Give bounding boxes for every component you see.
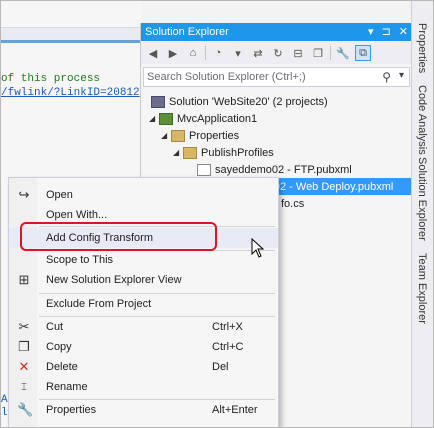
search-icon[interactable]: ⚲ [382,70,391,84]
file-icon [197,163,211,176]
menu-item-scope-to-this[interactable]: Scope to This [9,250,278,270]
tab-team-explorer[interactable]: Team Explorer [416,253,428,324]
solution-explorer-toolbar: ◀ ▶ ⌂ ◔ ▾ ⇄ ↻ ⊟ ❐ 🔧 ⧉ [141,42,412,64]
show-all-files-icon[interactable]: ❐ [310,45,326,61]
tree-item-cs-file[interactable]: fo.cs [281,195,304,212]
copy-icon: ❐ [18,339,30,354]
open-icon: ↪ [18,187,30,202]
menu-item-properties[interactable]: 🔧 Properties Alt+Enter [9,400,278,420]
tool-window-tabs: Properties Code Analysis Solution Explor… [411,1,433,427]
menu-item-copy[interactable]: ❐ Copy Ctrl+C [9,337,278,357]
context-menu: ↪ Open Open With... Add Config Transform… [8,177,279,427]
menu-item-shortcut: Alt+Enter [212,404,258,416]
menu-item-label: Open [46,189,73,201]
menu-item-cut[interactable]: ✂ Cut Ctrl+X [9,317,278,337]
tree-item-solution[interactable]: Solution 'WebSite20' (2 projects) [151,93,328,110]
forward-icon[interactable]: ▶ [165,45,181,61]
tree-item-publishprofiles-folder[interactable]: ◢ PublishProfiles [173,144,274,161]
folder-icon [171,129,185,142]
menu-item-label: Open With... [46,209,108,221]
menu-item-shortcut: Ctrl+X [212,321,243,333]
menu-item-label: Scope to This [46,254,114,266]
folder-icon [183,146,197,159]
pending-changes-icon[interactable]: ◔ [210,45,226,61]
highlight-callout [20,222,217,251]
tree-item-label: fo.cs [281,197,305,210]
menu-item-label: Delete [46,361,78,373]
expand-arrow-icon[interactable]: ◢ [161,131,171,140]
menu-item-new-solution-explorer-view[interactable]: ⊞ New Solution Explorer View [9,270,278,290]
menu-item-label: Copy [46,341,72,353]
tree-item-label: MvcApplication1 [177,112,258,125]
tree-item-label: Solution 'WebSite20' (2 projects) [169,95,328,108]
search-input[interactable]: Search Solution Explorer (Ctrl+;) ⚲ ▾ [143,67,410,87]
close-icon[interactable]: ✕ [399,25,408,38]
menu-item-label: New Solution Explorer View [46,274,182,286]
pin-icon[interactable]: ⊐ [382,25,391,38]
panel-title: Solution Explorer [145,26,229,38]
chevron-down-icon[interactable]: ▾ [230,45,246,61]
mouse-cursor-icon [251,238,265,258]
new-view-icon: ⊞ [18,272,30,287]
tree-item-label: sayeddemo02 - FTP.pubxml [215,163,352,176]
code-link-line[interactable]: /fwlink/?LinkID=20812 [1,87,140,99]
tree-item-label: Properties [189,129,240,142]
tab-code-analysis[interactable]: Code Analysis [416,85,428,155]
menu-item-open[interactable]: ↪ Open [9,185,278,205]
dropdown-icon[interactable]: ▾ [368,25,374,38]
menu-item-label: Properties [46,404,97,416]
collapse-all-icon[interactable]: ⊟ [290,45,306,61]
cut-icon: ✂ [18,319,30,334]
menu-item-exclude-from-project[interactable]: Exclude From Project [9,294,278,314]
tree-item-label: PublishProfiles [201,146,274,159]
menu-item-delete[interactable]: ✕ Delete Del [9,357,278,377]
code-comment-line: of this process [1,73,101,85]
preview-icon[interactable]: ⧉ [355,45,371,61]
editor-tab-strip [1,27,141,43]
ide-window: of this process /fwlink/?LinkID=20812 Ap… [0,0,434,428]
solution-icon [151,95,165,108]
tree-item-ftp-pubxml[interactable]: sayeddemo02 - FTP.pubxml [197,161,352,178]
menu-item-shortcut: Ctrl+C [212,341,244,353]
tab-properties[interactable]: Properties [416,23,428,73]
delete-icon: ✕ [18,359,30,374]
menu-item-label: Rename [46,381,88,393]
tab-solution-explorer[interactable]: Solution Explorer [416,157,428,241]
wrench-icon[interactable]: 🔧 [335,45,351,61]
menu-item-rename[interactable]: ⌶ Rename [9,377,278,397]
wrench-icon: 🔧 [17,402,34,417]
tree-item-project[interactable]: ◢ MvcApplication1 [149,110,257,127]
sync-icon[interactable]: ⇄ [250,45,266,61]
toolbar-separator [205,46,206,60]
home-icon[interactable]: ⌂ [185,45,201,61]
project-icon [159,112,173,125]
back-icon[interactable]: ◀ [145,45,161,61]
toolbar-separator [330,46,331,60]
search-placeholder: Search Solution Explorer (Ctrl+;) [147,71,306,83]
expand-arrow-icon[interactable]: ◢ [173,148,183,157]
chevron-down-icon[interactable]: ▾ [399,70,404,81]
menu-item-shortcut: Del [212,361,229,373]
expand-arrow-icon[interactable]: ◢ [149,114,159,123]
menu-item-label: Exclude From Project [46,298,152,310]
rename-icon: ⌶ [21,381,27,393]
refresh-icon[interactable]: ↻ [270,45,286,61]
menu-item-label: Cut [46,321,64,333]
tree-item-properties-folder[interactable]: ◢ Properties [161,127,239,144]
solution-explorer-title-bar[interactable]: Solution Explorer ▾ ⊐ ✕ [141,23,412,41]
